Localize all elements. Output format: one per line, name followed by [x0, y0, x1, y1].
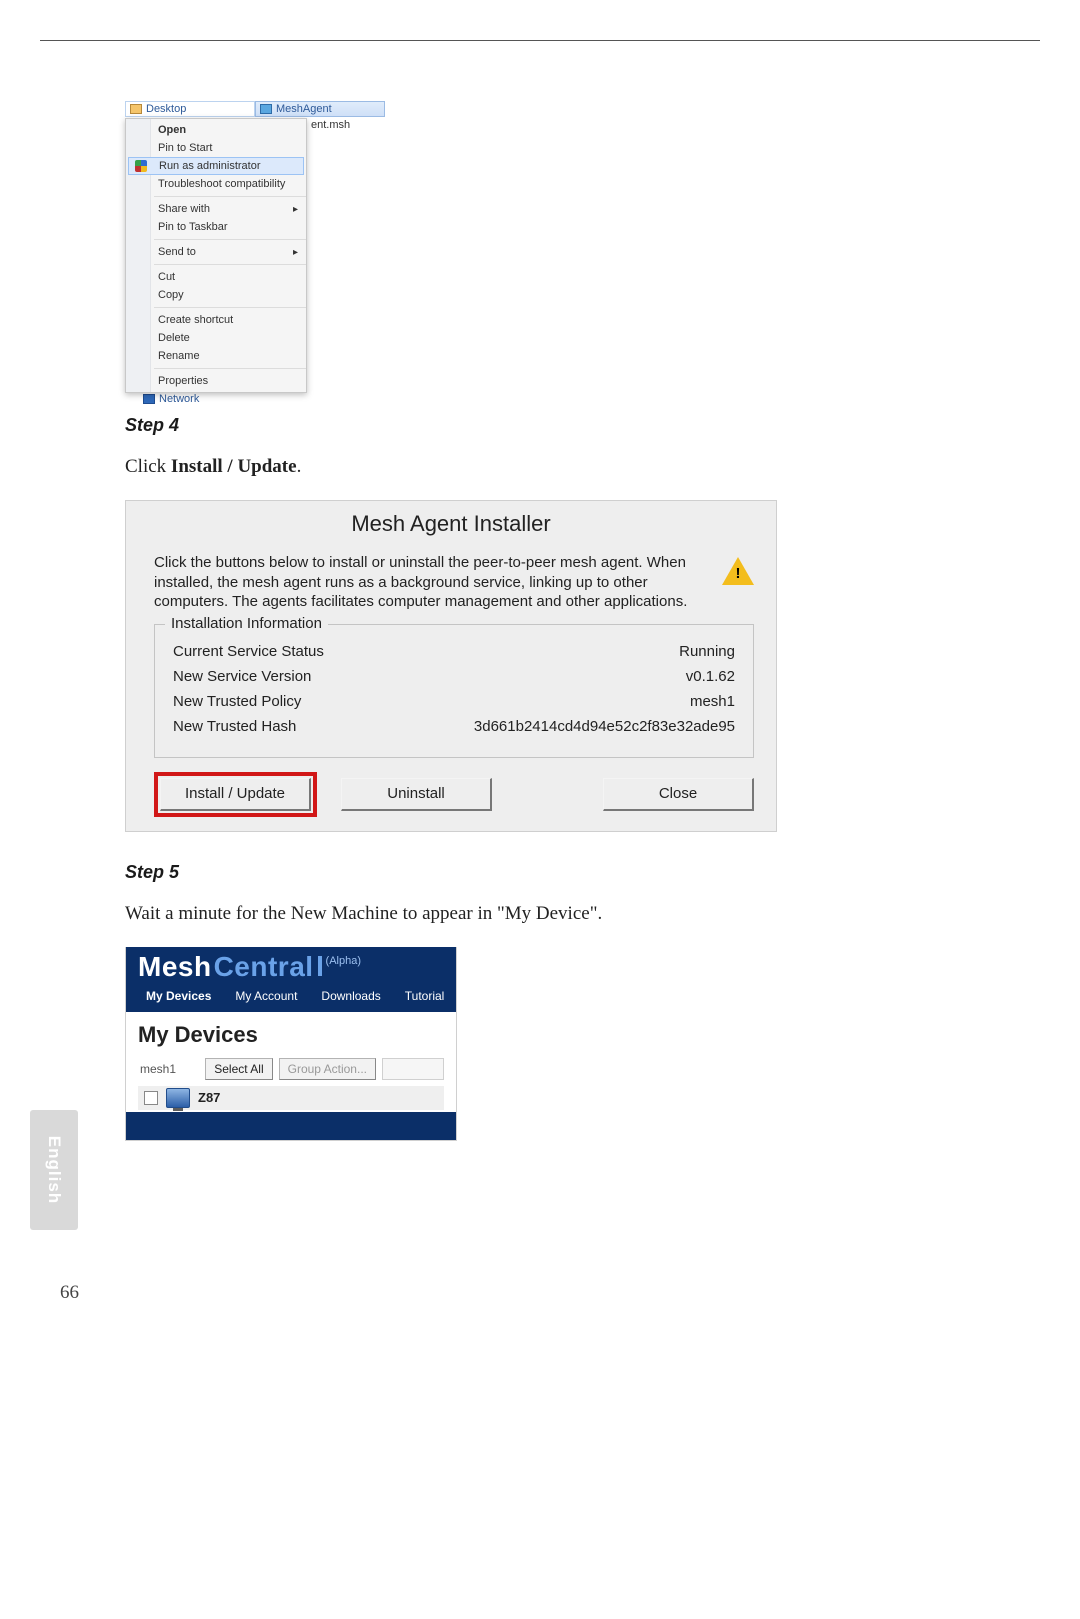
- breadcrumb-label: Desktop: [146, 103, 186, 115]
- groupbox-title: Installation Information: [165, 615, 328, 632]
- highlight-frame: Install / Update: [154, 772, 317, 817]
- ctx-run-as-administrator[interactable]: Run as administrator: [128, 157, 304, 175]
- uninstall-button[interactable]: Uninstall: [341, 778, 492, 811]
- ctx-pin-start[interactable]: Pin to Start: [126, 139, 306, 157]
- meshcentral-tabs: My Devices My Account Downloads Tutorial: [126, 983, 456, 1012]
- select-all-button[interactable]: Select All: [205, 1058, 272, 1080]
- ctx-copy[interactable]: Copy: [126, 286, 306, 304]
- step4-heading: Step 4: [125, 415, 850, 436]
- device-name: Z87: [198, 1090, 220, 1105]
- step4-text-prefix: Click: [125, 456, 171, 477]
- warning-icon: [722, 557, 754, 585]
- close-button[interactable]: Close: [603, 778, 754, 811]
- context-menu: Open Pin to Start Run as administrator T…: [125, 118, 307, 393]
- tab-my-devices[interactable]: My Devices: [134, 983, 223, 1012]
- group-action-extra: [382, 1058, 444, 1080]
- language-label: English: [44, 1136, 64, 1204]
- network-icon: [143, 394, 155, 404]
- ctx-run-admin-label: Run as administrator: [159, 160, 261, 172]
- policy-value: mesh1: [690, 693, 735, 710]
- installer-title: Mesh Agent Installer: [126, 501, 776, 547]
- installer-description: Click the buttons below to install or un…: [154, 553, 704, 612]
- ctx-create-shortcut[interactable]: Create shortcut: [126, 311, 306, 329]
- network-text: Network: [159, 393, 199, 405]
- file-side-label: ent.msh: [307, 117, 354, 133]
- shield-icon: [135, 160, 147, 172]
- page-number: 66: [60, 1282, 79, 1304]
- logo-mesh: Mesh: [138, 953, 212, 981]
- step4-text: Click Install / Update.: [125, 456, 850, 478]
- step5-heading: Step 5: [125, 862, 850, 883]
- meshcentral-footer: [126, 1112, 456, 1140]
- ctx-cut[interactable]: Cut: [126, 268, 306, 286]
- status-value: Running: [679, 643, 735, 660]
- ctx-share-with-label: Share with: [158, 203, 210, 215]
- ctx-rename[interactable]: Rename: [126, 347, 306, 365]
- separator: [154, 368, 306, 369]
- chevron-right-icon: ▸: [293, 247, 298, 258]
- figure-mesh-agent-installer: Mesh Agent Installer Click the buttons b…: [125, 500, 777, 832]
- step4-text-suffix: .: [297, 456, 302, 477]
- tab-my-account[interactable]: My Account: [223, 983, 309, 1012]
- ctx-share-with[interactable]: Share with ▸: [126, 200, 306, 218]
- meshcentral-header: MeshCentral (Alpha): [126, 947, 456, 983]
- status-label: Current Service Status: [173, 643, 324, 660]
- logo-bar-icon: [318, 956, 322, 976]
- chevron-right-icon: ▸: [293, 204, 298, 215]
- explorer-breadcrumb-desktop: Desktop: [125, 101, 255, 117]
- device-row[interactable]: Z87: [138, 1086, 444, 1110]
- explorer-network-label: Network: [143, 393, 385, 405]
- step5-text: Wait a minute for the New Machine to app…: [125, 903, 850, 925]
- figure-context-menu: Desktop MeshAgent ent.msh Open Pin to St…: [125, 101, 385, 405]
- top-rule: [40, 40, 1040, 41]
- app-icon: [260, 104, 272, 114]
- ctx-open-label: Open: [158, 124, 186, 136]
- file-label: MeshAgent: [276, 103, 332, 115]
- computer-icon: [166, 1088, 190, 1108]
- separator: [154, 307, 306, 308]
- install-update-button[interactable]: Install / Update: [160, 778, 311, 811]
- mesh-group-name: mesh1: [138, 1062, 199, 1076]
- meshcentral-logo: MeshCentral (Alpha): [138, 953, 359, 981]
- ctx-open[interactable]: Open: [126, 121, 306, 139]
- ctx-pin-taskbar[interactable]: Pin to Taskbar: [126, 218, 306, 236]
- figure-meshcentral: MeshCentral (Alpha) My Devices My Accoun…: [125, 947, 457, 1141]
- installation-information-group: Installation Information Current Service…: [154, 624, 754, 758]
- hash-value: 3d661b2414cd4d94e52c2f83e32ade95: [474, 718, 735, 735]
- tab-downloads[interactable]: Downloads: [309, 983, 392, 1012]
- ctx-send-to-label: Send to: [158, 246, 196, 258]
- ctx-troubleshoot[interactable]: Troubleshoot compatibility: [126, 175, 306, 193]
- folder-icon: [130, 104, 142, 114]
- ctx-properties[interactable]: Properties: [126, 372, 306, 390]
- separator: [154, 264, 306, 265]
- language-tab: English: [30, 1110, 78, 1230]
- device-checkbox[interactable]: [144, 1091, 158, 1105]
- separator: [154, 239, 306, 240]
- page-title: My Devices: [138, 1022, 444, 1048]
- ctx-send-to[interactable]: Send to ▸: [126, 243, 306, 261]
- logo-central: Central: [214, 953, 314, 981]
- logo-alpha: (Alpha): [326, 955, 361, 967]
- separator: [154, 196, 306, 197]
- group-action-button[interactable]: Group Action...: [279, 1058, 376, 1080]
- policy-label: New Trusted Policy: [173, 693, 301, 710]
- version-label: New Service Version: [173, 668, 311, 685]
- explorer-file-meshagent: MeshAgent: [255, 101, 385, 117]
- ctx-delete[interactable]: Delete: [126, 329, 306, 347]
- tab-tutorial[interactable]: Tutorial: [393, 983, 457, 1012]
- step4-text-bold: Install / Update: [171, 456, 297, 477]
- hash-label: New Trusted Hash: [173, 718, 296, 735]
- version-value: v0.1.62: [686, 668, 735, 685]
